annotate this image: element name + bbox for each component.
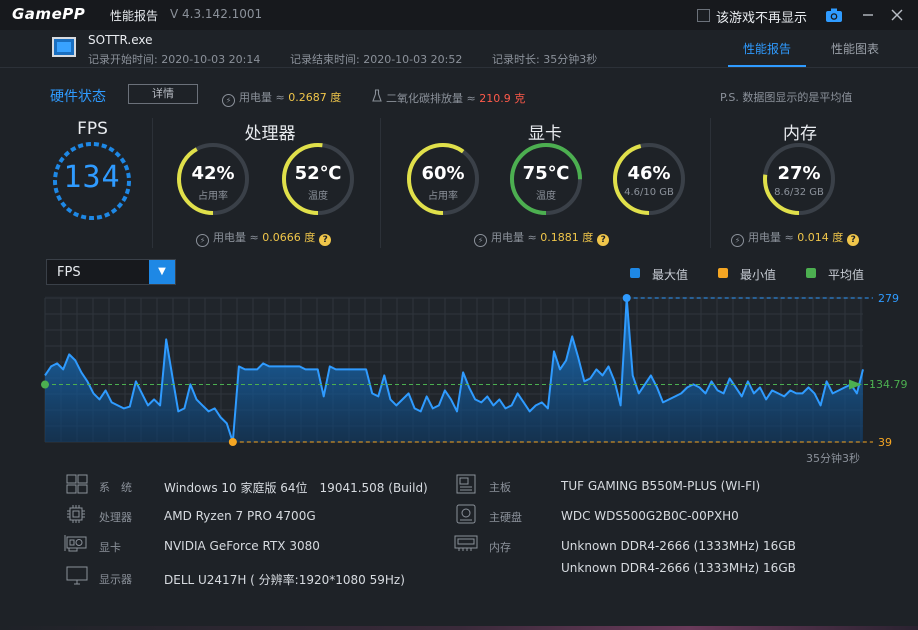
- info-key-cpu: 处理器: [99, 511, 132, 524]
- info-key-disk: 主硬盘: [489, 511, 522, 524]
- info-value-display: DELL U2417H ( 分辨率:1920*1080 59Hz): [164, 573, 405, 587]
- legend-max-swatch: [630, 268, 640, 278]
- tab-performance-report[interactable]: 性能报告: [743, 40, 791, 57]
- exe-name: SOTTR.exe: [88, 33, 153, 47]
- chart-duration-label: 35分钟3秒: [806, 452, 860, 465]
- cpu-chip-icon: [66, 504, 86, 528]
- avg-value-label: 134.79: [869, 378, 908, 391]
- power-icon: ⚡: [222, 94, 235, 107]
- record-end-time: 记录结束时间: 2020-10-03 20:52: [290, 53, 463, 66]
- power-icon: ⚡: [731, 234, 744, 247]
- info-value-gpu: NVIDIA GeForce RTX 3080: [164, 539, 320, 553]
- cpu-temp-label: 温度: [308, 191, 328, 202]
- cpu-power: ⚡ 用电量 ≈ 0.0666 度?: [196, 229, 332, 247]
- no-remind-label[interactable]: 该游戏不再显示: [716, 7, 807, 26]
- record-start-time: 记录开始时间: 2020-10-03 20:14: [88, 53, 261, 66]
- power-icon: ⚡: [474, 234, 487, 247]
- info-value-os: Windows 10 家庭版 64位 19041.508 (Build): [164, 481, 428, 495]
- min-value-label: 39: [878, 436, 892, 449]
- max-point: [622, 294, 631, 302]
- fps-title: FPS: [77, 119, 108, 139]
- gpu-vram-value: 46%: [627, 163, 671, 184]
- hard-disk-icon: [456, 504, 476, 528]
- no-remind-checkbox[interactable]: [697, 9, 710, 22]
- info-key-display: 显示器: [99, 573, 132, 586]
- legend-max-label: 最大值: [652, 268, 689, 282]
- minimize-icon[interactable]: [857, 4, 879, 26]
- info-value-motherboard: TUF GAMING B550M-PLUS (WI-FI): [561, 479, 761, 493]
- details-button[interactable]: 详情: [128, 84, 198, 104]
- memory-usage-label: 8.6/32 GB: [774, 187, 824, 198]
- avg-point: [41, 380, 49, 389]
- total-power: ⚡ 用电量 ≈ 0.2687 度: [222, 89, 341, 107]
- help-icon[interactable]: ?: [847, 234, 860, 246]
- windows-icon: [66, 474, 88, 498]
- gamepp-logo: GamePP: [12, 5, 86, 23]
- graphics-card-icon: [64, 534, 88, 556]
- info-key-memory: 内存: [489, 541, 511, 554]
- metric-dropdown[interactable]: FPS ▼: [46, 259, 176, 285]
- record-duration: 记录时长: 35分钟3秒: [492, 53, 598, 66]
- gpu-usage-value: 60%: [421, 163, 465, 184]
- monitor-icon: [66, 566, 88, 590]
- legend-min-swatch: [718, 268, 728, 278]
- info-value-memory-1: Unknown DDR4-2666 (1333MHz) 16GB: [561, 539, 796, 553]
- divider: [710, 118, 711, 248]
- motherboard-icon: [456, 474, 476, 498]
- info-value-cpu: AMD Ryzen 7 PRO 4700G: [164, 509, 316, 523]
- cpu-usage-value: 42%: [191, 163, 235, 184]
- flask-icon: [372, 89, 386, 105]
- memory-power: ⚡ 用电量 ≈ 0.014 度?: [731, 229, 860, 247]
- app-title: 性能报告: [110, 9, 159, 23]
- version-label: V 4.3.142.1001: [170, 7, 263, 21]
- gpu-power: ⚡ 用电量 ≈ 0.1881 度?: [474, 229, 610, 247]
- help-icon[interactable]: ?: [319, 234, 332, 246]
- memory-usage-value: 27%: [777, 163, 821, 184]
- divider: [152, 118, 153, 248]
- gpu-temp-value: 75℃: [522, 163, 570, 184]
- memory-module-icon: [454, 534, 478, 556]
- camera-icon[interactable]: [823, 4, 845, 26]
- fps-value: 134: [63, 160, 121, 195]
- exe-icon: [52, 37, 76, 57]
- cpu-usage-label: 占用率: [198, 191, 228, 202]
- average-note: P.S. 数据图显示的是平均值: [720, 91, 853, 104]
- legend-avg-swatch: [806, 268, 816, 278]
- gpu-vram-label: 4.6/10 GB: [624, 187, 674, 198]
- cpu-temp-value: 52℃: [294, 163, 342, 184]
- info-key-motherboard: 主板: [489, 481, 511, 494]
- min-point: [228, 438, 237, 446]
- info-key-os: 系 统: [99, 481, 132, 494]
- legend-min-label: 最小值: [740, 268, 777, 282]
- hardware-status-title: 硬件状态: [50, 89, 106, 105]
- co2-emission: 二氧化碳排放量 ≈ 210.9 克: [372, 89, 525, 106]
- divider: [380, 118, 381, 248]
- max-value-label: 279: [878, 292, 899, 305]
- close-icon[interactable]: [886, 4, 908, 26]
- gpu-temp-label: 温度: [536, 191, 556, 202]
- active-tab-indicator: [728, 65, 806, 67]
- gpu-usage-label: 占用率: [428, 191, 458, 202]
- chevron-down-icon[interactable]: ▼: [149, 260, 175, 284]
- help-icon[interactable]: ?: [597, 234, 610, 246]
- legend-avg-label: 平均值: [828, 268, 865, 282]
- info-value-disk: WDC WDS500G2B0C-00PXH0: [561, 509, 739, 523]
- info-key-gpu: 显卡: [99, 541, 121, 554]
- info-value-memory-2: Unknown DDR4-2666 (1333MHz) 16GB: [561, 561, 796, 575]
- metric-dropdown-value: FPS: [57, 265, 81, 280]
- tab-performance-chart[interactable]: 性能图表: [831, 40, 879, 57]
- bottom-edge: [0, 626, 918, 630]
- power-icon: ⚡: [196, 234, 209, 247]
- fps-chart: [41, 294, 873, 446]
